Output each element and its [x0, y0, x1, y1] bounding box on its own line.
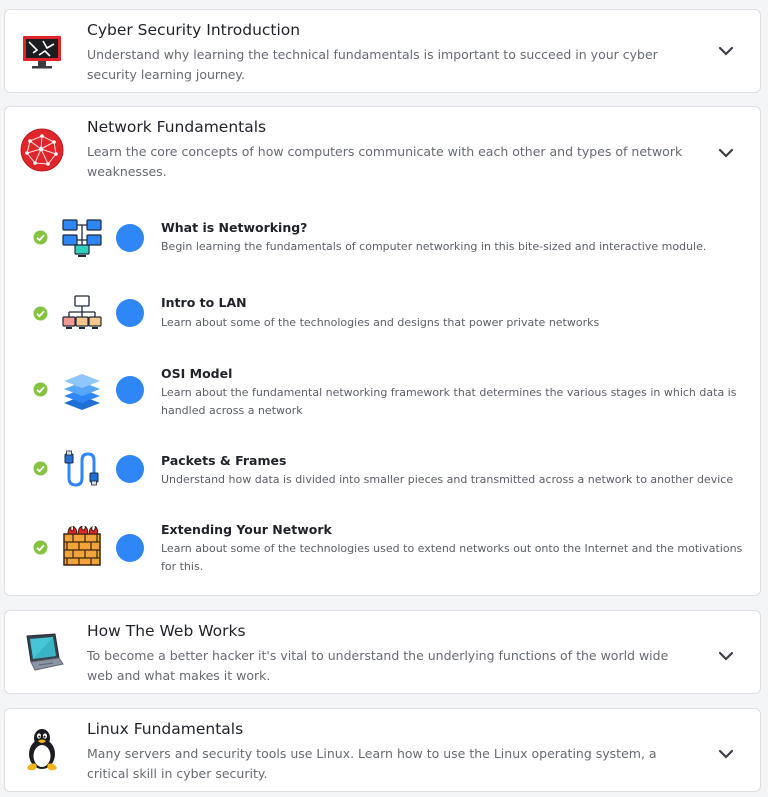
layers-icon — [61, 370, 103, 412]
ethernet-cable-icon — [61, 448, 103, 490]
room-extending-your-network[interactable]: Extending Your Network Learn about some … — [5, 517, 760, 587]
room-title: Extending Your Network — [161, 522, 332, 537]
check-icon — [33, 382, 48, 397]
module-header[interactable]: Cyber Security Introduction Understand w… — [5, 10, 760, 94]
room-osi-model[interactable]: OSI Model Learn about the fundamental ne… — [5, 362, 760, 432]
firewall-icon — [61, 525, 103, 568]
module-title: Network Fundamentals — [87, 118, 267, 136]
module-card-linux-fundamentals[interactable]: Linux Fundamentals Many servers and secu… — [4, 708, 761, 792]
room-description: Learn about some of the technologies and… — [161, 316, 600, 329]
module-card-how-the-web-works[interactable]: How The Web Works To become a better hac… — [4, 610, 761, 694]
room-description: Learn about the fundamental networking f… — [161, 386, 737, 417]
module-description: Many servers and security tools use Linu… — [87, 746, 657, 781]
module-description: Learn the core concepts of how computers… — [87, 144, 683, 179]
module-header[interactable]: Linux Fundamentals Many servers and secu… — [5, 709, 760, 793]
module-title: Linux Fundamentals — [87, 720, 244, 738]
room-description: Begin learning the fundamentals of compu… — [161, 240, 707, 253]
room-description: Understand how data is divided into smal… — [161, 473, 734, 486]
linux-penguin-icon — [19, 726, 65, 772]
module-header[interactable]: Network Fundamentals Learn the core conc… — [5, 107, 760, 191]
room-title: What is Networking? — [161, 220, 308, 235]
check-icon — [33, 306, 48, 321]
module-header[interactable]: How The Web Works To become a better hac… — [5, 611, 760, 695]
module-description: To become a better hacker it's vital to … — [87, 648, 669, 683]
module-card-cyber-security-introduction[interactable]: Cyber Security Introduction Understand w… — [4, 9, 761, 93]
module-card-network-fundamentals[interactable]: Network Fundamentals Learn the core conc… — [4, 106, 761, 596]
module-title: Cyber Security Introduction — [87, 21, 301, 39]
progress-dot — [116, 376, 144, 404]
chevron-down-icon[interactable] — [718, 42, 734, 56]
module-description: Understand why learning the technical fu… — [87, 47, 658, 82]
chevron-down-icon[interactable] — [718, 647, 734, 661]
lan-icon — [61, 293, 103, 335]
progress-dot — [116, 534, 144, 562]
check-icon — [33, 461, 48, 476]
room-title: Intro to LAN — [161, 295, 247, 310]
chevron-down-icon[interactable] — [718, 144, 734, 158]
room-intro-to-lan[interactable]: Intro to LAN Learn about some of the tec… — [5, 285, 760, 345]
monitor-hacked-icon — [19, 28, 65, 74]
check-icon — [33, 540, 48, 555]
room-what-is-networking[interactable]: What is Networking? Begin learning the f… — [5, 207, 760, 267]
laptop-icon — [19, 630, 65, 676]
room-title: OSI Model — [161, 366, 233, 381]
room-packets-and-frames[interactable]: Packets & Frames Understand how data is … — [5, 447, 760, 507]
progress-dot — [116, 455, 144, 483]
room-description: Learn about some of the technologies use… — [161, 542, 743, 573]
check-icon — [33, 230, 48, 245]
progress-dot — [116, 224, 144, 252]
progress-dot — [116, 299, 144, 327]
module-title: How The Web Works — [87, 622, 246, 640]
chevron-down-icon[interactable] — [718, 745, 734, 759]
networked-computers-icon — [61, 217, 103, 259]
network-globe-icon — [19, 127, 65, 173]
room-title: Packets & Frames — [161, 453, 287, 468]
